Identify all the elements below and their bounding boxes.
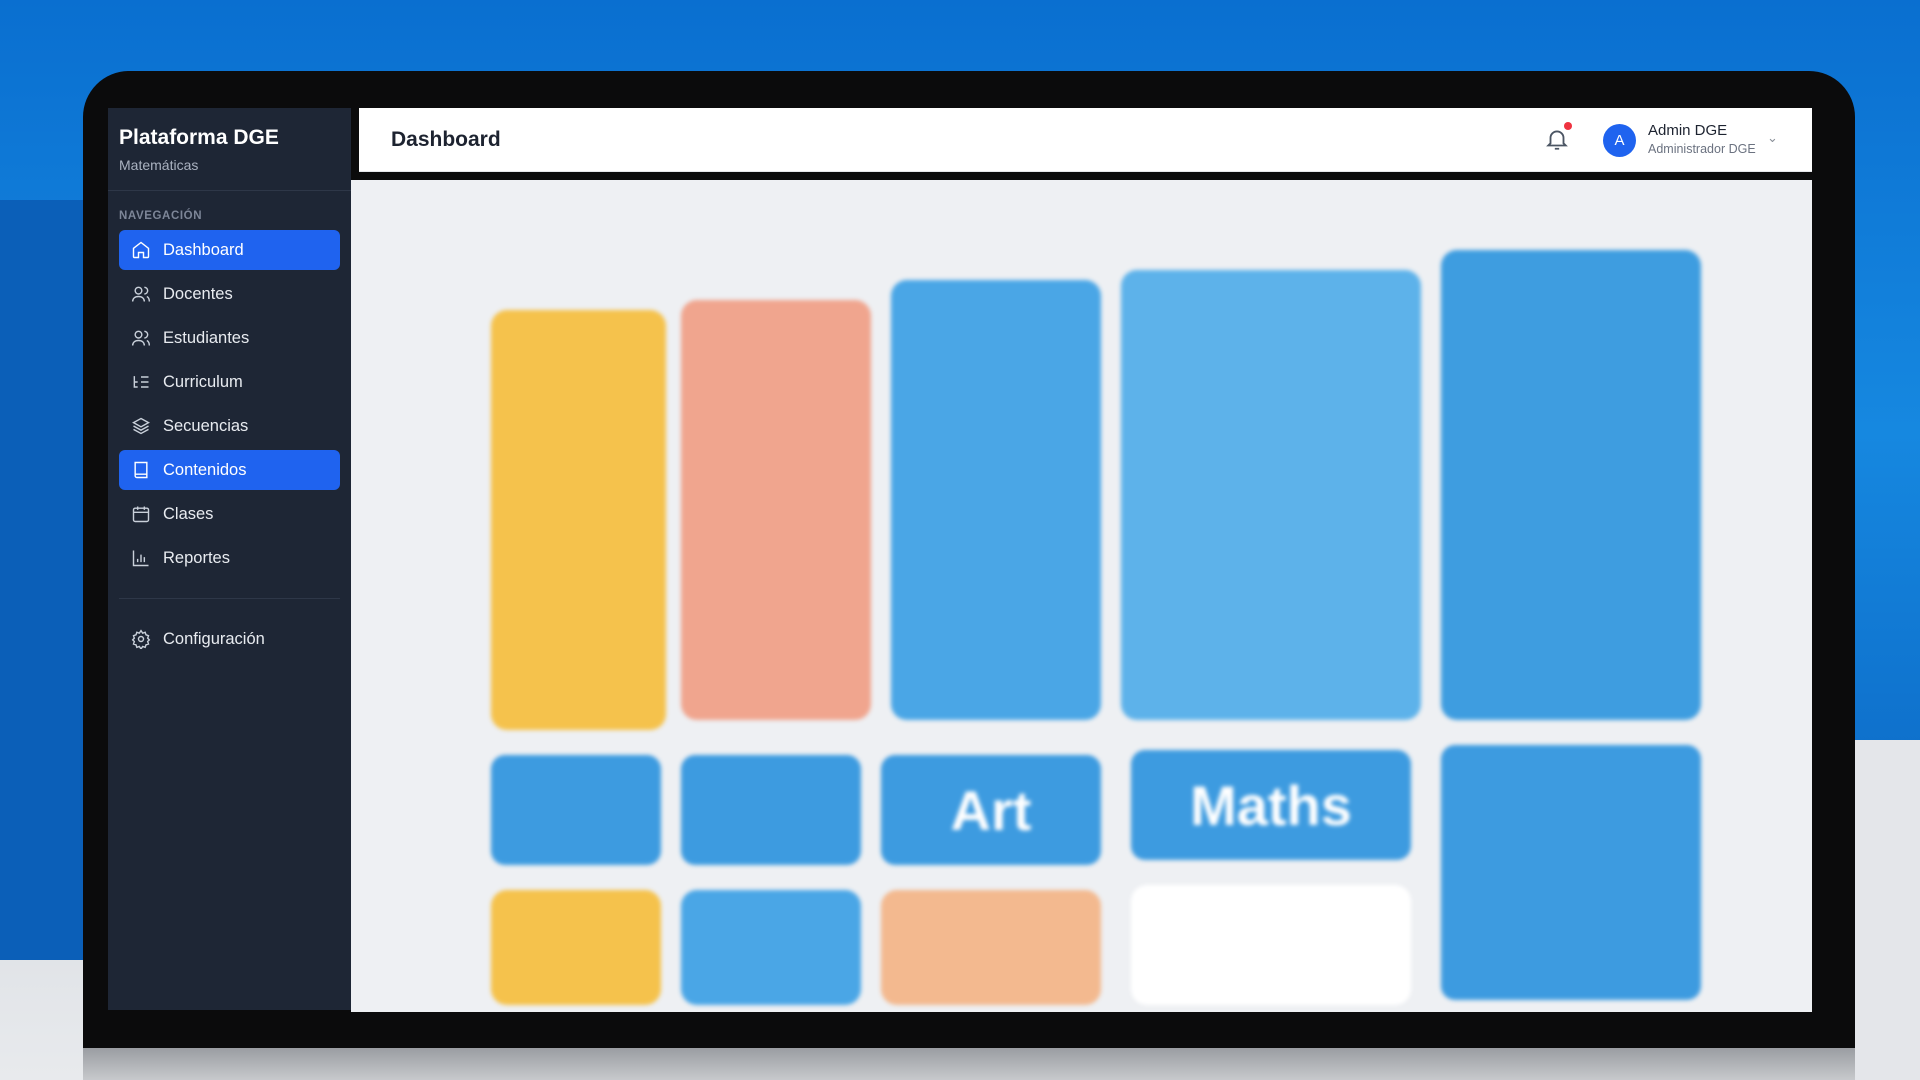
- sidebar-item-clases[interactable]: Clases: [119, 494, 340, 534]
- sidebar: Plataforma DGE Matemáticas NAVEGACIÓN Da…: [108, 108, 351, 1010]
- tile-card: [1441, 745, 1701, 1000]
- tile-card: [681, 755, 861, 865]
- avatar[interactable]: A: [1603, 124, 1636, 157]
- laptop-base: [83, 1048, 1855, 1080]
- tile-card: [491, 755, 661, 865]
- page-title: Dashboard: [391, 128, 501, 151]
- illustration-card: [1121, 270, 1421, 720]
- brand-subtitle: Matemáticas: [119, 157, 199, 173]
- sidebar-item-configuracion[interactable]: Configuración: [119, 619, 340, 659]
- sidebar-item-secuencias[interactable]: Secuencias: [119, 406, 340, 446]
- book-icon: [134, 461, 148, 479]
- illustration-card: [881, 890, 1101, 1005]
- sidebar-item-dashboard[interactable]: Dashboard: [119, 230, 340, 270]
- illustration-card: [1131, 885, 1411, 1005]
- illustration-card: [891, 280, 1101, 720]
- sidebar-item-label: Docentes: [163, 284, 233, 303]
- layers-icon: [132, 417, 150, 435]
- gear-icon: [131, 629, 151, 649]
- content-image: Art Maths: [351, 180, 1812, 1012]
- sidebar-item-docentes[interactable]: Docentes: [119, 274, 340, 314]
- users-icon: [131, 330, 151, 346]
- sidebar-item-label: Dashboard: [163, 240, 244, 259]
- nav-section-label: NAVEGACIÓN: [119, 210, 203, 222]
- bar-chart-icon: [132, 550, 149, 567]
- user-role: Administrador DGE: [1648, 142, 1756, 156]
- home-icon: [132, 241, 150, 259]
- notification-dot: [1564, 122, 1572, 130]
- sidebar-item-label: Curriculum: [163, 372, 243, 391]
- illustration-card: [491, 310, 666, 730]
- tile-art: Art: [881, 755, 1101, 865]
- sidebar-item-contenidos[interactable]: Contenidos: [119, 450, 340, 490]
- sidebar-item-label: Configuración: [163, 629, 265, 648]
- calendar-icon: [132, 506, 150, 523]
- brand: Plataforma DGE Matemáticas: [108, 108, 351, 191]
- sidebar-item-curriculum[interactable]: Curriculum: [119, 362, 340, 402]
- sidebar-item-estudiantes[interactable]: Estudiantes: [119, 318, 340, 358]
- illustration-card: [1441, 250, 1701, 720]
- illustration-collage: Art Maths: [351, 180, 1812, 1012]
- sidebar-item-label: Estudiantes: [163, 328, 250, 347]
- illustration-card: [681, 300, 871, 720]
- illustration-card: [681, 890, 861, 1005]
- users-icon: [131, 286, 151, 302]
- sidebar-item-label: Reportes: [163, 548, 230, 567]
- top-header: Dashboard A Admin DGE Administrador DGE …: [359, 108, 1812, 172]
- illustration-card: [491, 890, 661, 1005]
- sidebar-item-label: Contenidos: [163, 460, 247, 479]
- list-tree-icon: [133, 376, 149, 388]
- brand-title: Plataforma DGE: [119, 126, 279, 149]
- sidebar-divider: [119, 598, 340, 599]
- sidebar-item-label: Secuencias: [163, 416, 249, 435]
- tile-maths: Maths: [1131, 750, 1411, 860]
- chevron-down-icon[interactable]: ⌄: [1767, 130, 1778, 146]
- user-name[interactable]: Admin DGE: [1648, 122, 1727, 139]
- sidebar-item-label: Clases: [163, 504, 214, 523]
- sidebar-item-reportes[interactable]: Reportes: [119, 538, 340, 578]
